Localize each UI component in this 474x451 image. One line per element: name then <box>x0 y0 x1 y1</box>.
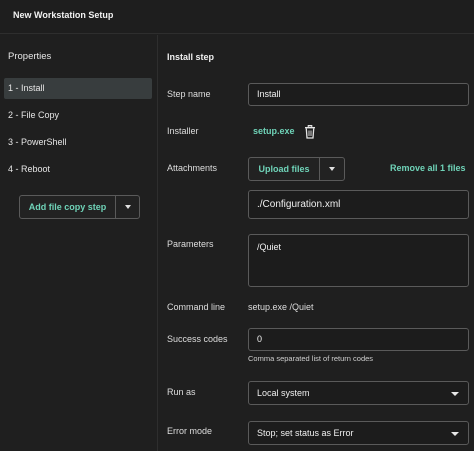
add-step-dropdown-button[interactable] <box>115 196 139 218</box>
run-as-select[interactable]: Local system <box>248 381 469 405</box>
attachments-label: Attachments <box>167 163 218 173</box>
success-codes-hint: Comma separated list of return codes <box>248 354 374 363</box>
run-as-value: Local system <box>257 388 310 398</box>
step-name-label: Step name <box>167 89 211 99</box>
success-codes-label: Success codes <box>167 334 228 344</box>
chevron-down-icon <box>329 167 335 171</box>
add-file-copy-step-button[interactable]: Add file copy step <box>20 196 115 218</box>
step-name-input[interactable]: Install <box>248 83 469 106</box>
upload-files-dropdown-button[interactable] <box>319 158 344 180</box>
section-title: Install step <box>167 52 215 62</box>
sidebar-item-label: 2 - File Copy <box>8 110 60 120</box>
chevron-down-icon <box>451 392 459 396</box>
chevron-down-icon <box>124 205 131 209</box>
sidebar-item-label: 1 - Install <box>8 83 45 93</box>
sidebar: Properties 1 - Install 2 - File Copy 3 -… <box>0 35 158 451</box>
installer-label: Installer <box>167 126 199 136</box>
add-step-split-button: Add file copy step <box>19 195 140 219</box>
window-title: New Workstation Setup <box>13 10 114 20</box>
command-line-label: Command line <box>167 302 226 312</box>
sidebar-item-label: 4 - Reboot <box>8 164 51 174</box>
step-details-panel: Install step Step name Install Installer… <box>159 35 474 451</box>
sidebar-item-reboot[interactable]: 4 - Reboot <box>4 159 152 180</box>
sidebar-item-powershell[interactable]: 3 - PowerShell <box>4 132 152 153</box>
title-bar: New Workstation Setup <box>0 0 474 34</box>
run-as-label: Run as <box>167 387 196 397</box>
remove-all-files-link[interactable]: Remove all 1 files <box>390 163 466 173</box>
attachment-file-field[interactable]: ./Configuration.xml <box>248 190 469 219</box>
error-mode-select[interactable]: Stop; set status as Error <box>248 421 469 445</box>
success-codes-input[interactable]: 0 <box>248 328 469 351</box>
upload-files-button[interactable]: Upload files <box>249 158 319 180</box>
chevron-down-icon <box>451 432 459 436</box>
parameters-textarea[interactable]: /Quiet <box>248 234 469 287</box>
error-mode-label: Error mode <box>167 426 213 436</box>
sidebar-item-install[interactable]: 1 - Install <box>4 78 152 99</box>
upload-files-split-button: Upload files <box>248 157 345 181</box>
sidebar-item-label: 3 - PowerShell <box>8 137 67 147</box>
command-line-value: setup.exe /Quiet <box>248 302 314 312</box>
sidebar-heading: Properties <box>8 51 52 62</box>
installer-file-link[interactable]: setup.exe <box>253 126 295 136</box>
error-mode-value: Stop; set status as Error <box>257 428 354 438</box>
sidebar-item-file-copy[interactable]: 2 - File Copy <box>4 105 152 126</box>
trash-icon[interactable] <box>304 125 316 139</box>
parameters-label: Parameters <box>167 239 214 249</box>
